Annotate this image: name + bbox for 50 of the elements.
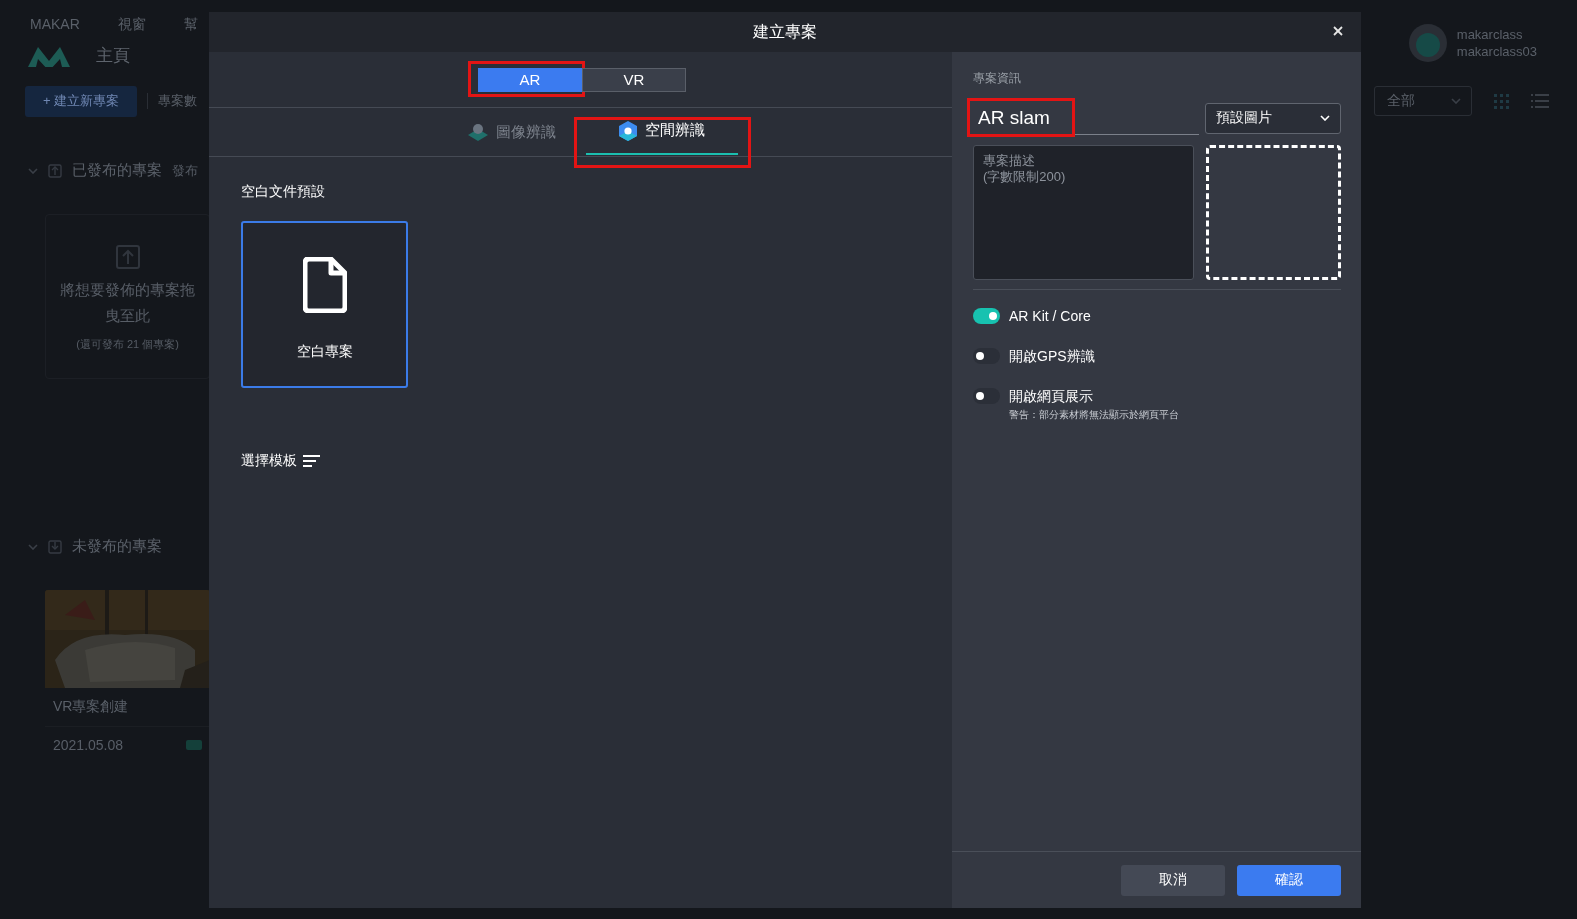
- name-field[interactable]: AR slam: [973, 101, 1199, 135]
- document-icon: [302, 257, 347, 313]
- blank-project-card[interactable]: 空白專案: [241, 221, 408, 388]
- toggle-switch[interactable]: [973, 308, 1000, 324]
- layers-icon: [467, 123, 488, 141]
- page-title: 主頁: [96, 45, 130, 67]
- section-title: 已發布的專案: [72, 161, 162, 180]
- project-count-label: 專案數: [158, 92, 197, 110]
- project-date: 2021.05.08: [53, 737, 124, 753]
- download-icon: [48, 539, 62, 554]
- cancel-button[interactable]: 取消: [1121, 864, 1225, 896]
- mode-tab[interactable]: AR: [478, 67, 582, 92]
- confirm-button[interactable]: 確認: [1237, 864, 1341, 896]
- recognition-tab[interactable]: 圖像辨識: [453, 108, 570, 158]
- close-icon: [1333, 26, 1343, 36]
- mode-tab[interactable]: VR: [582, 67, 686, 92]
- option-label: 開啟網頁展示: [1009, 387, 1094, 405]
- chevron-down-icon: [1451, 98, 1461, 104]
- cover-dropdown[interactable]: 預設圖片: [1205, 102, 1341, 134]
- panel-title: 專案資訊: [973, 70, 1022, 87]
- avatar-icon: [1408, 24, 1447, 62]
- toggle-switch[interactable]: [973, 348, 1000, 364]
- user-id: makarclass03: [1456, 43, 1537, 60]
- dialog-title: 建立專案: [753, 21, 817, 42]
- user-name: makarclass: [1456, 26, 1524, 43]
- option-label: AR Kit / Core: [1009, 307, 1091, 325]
- menu-item[interactable]: 視窗: [117, 14, 146, 34]
- toggle-switch[interactable]: [973, 388, 1000, 404]
- menu-item[interactable]: 幫: [183, 14, 198, 34]
- chevron-down-icon: [1320, 115, 1330, 121]
- drop-zone-note: (還可發布 21 個專案): [76, 337, 179, 352]
- image-drop-area[interactable]: [1206, 145, 1341, 280]
- menu-item[interactable]: MAKAR: [30, 14, 80, 34]
- filter-dropdown[interactable]: 全部: [1374, 86, 1472, 116]
- section-label: 選擇模板: [241, 452, 297, 470]
- recognition-tab[interactable]: 空間辨識: [585, 108, 738, 155]
- warning-text: 警告：部分素材將無法顯示於網頁平台: [1009, 408, 1179, 422]
- section-title: 未發布的專案: [72, 537, 162, 556]
- upload-icon: [115, 245, 140, 269]
- option-label: 開啟GPS辨識: [1009, 347, 1095, 365]
- close-button[interactable]: [1333, 26, 1343, 36]
- hexagon-icon: [618, 120, 637, 141]
- new-project-button[interactable]: + 建立新專案: [25, 85, 137, 117]
- section-label: 空白文件預設: [241, 183, 326, 201]
- sort-icon[interactable]: [303, 455, 320, 467]
- drop-zone-text: 將想要發佈的專案拖曳至此: [59, 280, 196, 326]
- upload-icon: [48, 163, 62, 178]
- section-subtitle: 發布: [172, 161, 198, 180]
- description-field[interactable]: 專案描述 (字數限制200): [973, 145, 1194, 280]
- project-card[interactable]: VR專案創建 2021.05.08: [45, 590, 210, 763]
